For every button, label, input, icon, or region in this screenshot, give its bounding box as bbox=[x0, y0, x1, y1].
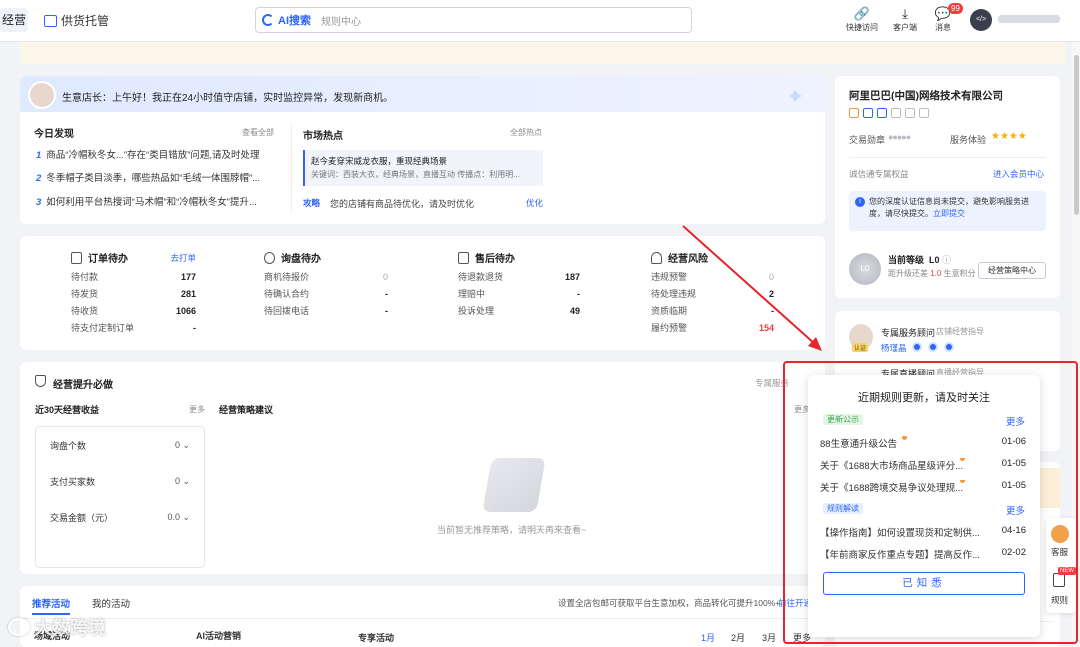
annotation-arrow bbox=[682, 225, 822, 351]
arrow-line bbox=[682, 225, 816, 345]
watermark-text: 大数跨境 bbox=[34, 618, 106, 638]
watermark-logo-icon bbox=[8, 618, 30, 636]
watermark: 大数跨境 bbox=[8, 614, 106, 640]
